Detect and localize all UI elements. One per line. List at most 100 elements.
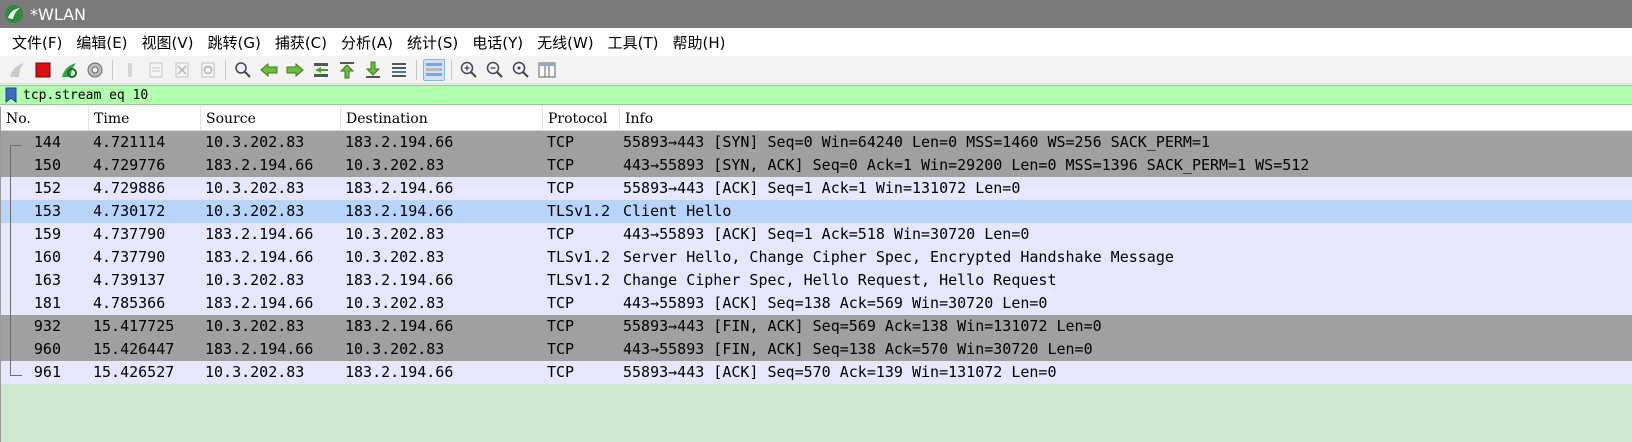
go-to-packet-icon bbox=[314, 62, 328, 77]
menu-wireless[interactable]: 无线(W) bbox=[531, 30, 600, 55]
zoom-out-button[interactable] bbox=[484, 59, 506, 81]
restart-capture-button[interactable] bbox=[58, 59, 80, 81]
column-header-time[interactable]: Time bbox=[89, 107, 201, 131]
packet-protocol: TCP bbox=[547, 156, 575, 174]
packet-protocol: TLSv1.2 bbox=[547, 248, 611, 266]
menu-tools[interactable]: 工具(T) bbox=[602, 30, 665, 55]
packet-time: 4.785366 bbox=[93, 294, 166, 312]
menu-telephony[interactable]: 电话(Y) bbox=[466, 30, 529, 55]
menu-go[interactable]: 跳转(G) bbox=[202, 30, 267, 55]
display-filter-input[interactable] bbox=[23, 86, 1632, 104]
packet-row[interactable]: 152 4.729886 10.3.202.83 183.2.194.66 TCP 558… bbox=[1, 177, 1632, 200]
column-header-destination[interactable]: Destination bbox=[341, 107, 543, 131]
packet-protocol: TCP bbox=[547, 363, 575, 381]
packet-row[interactable]: 144 4.721114 10.3.202.83 183.2.194.66 TCP 558… bbox=[1, 131, 1632, 154]
go-first-button[interactable] bbox=[336, 59, 358, 81]
packet-row[interactable]: 163 4.739137 10.3.202.83 183.2.194.66 TLSv1.… bbox=[1, 269, 1632, 292]
zoom-reset-icon bbox=[512, 61, 529, 78]
packet-row[interactable]: 960 15.426447 183.2.194.66 10.3.202.83 TCP 44… bbox=[1, 338, 1632, 361]
column-header-protocol[interactable]: Protocol bbox=[543, 107, 620, 131]
open-file-icon bbox=[128, 62, 132, 77]
packet-list: No. Time Source Destination Protocol Inf… bbox=[0, 107, 1632, 442]
packet-row[interactable]: 181 4.785366 183.2.194.66 10.3.202.83 TCP 443… bbox=[1, 292, 1632, 315]
packet-destination: 10.3.202.83 bbox=[345, 225, 445, 243]
packet-rows: 144 4.721114 10.3.202.83 183.2.194.66 TCP 558… bbox=[1, 131, 1632, 384]
packet-source: 183.2.194.66 bbox=[205, 156, 314, 174]
menu-file[interactable]: 文件(F) bbox=[6, 30, 68, 55]
packet-info: 55893→443 [ACK] Seq=1 Ack=1 Win=131072 L… bbox=[623, 179, 1021, 197]
packet-destination: 183.2.194.66 bbox=[345, 271, 454, 289]
packet-row[interactable]: 153 4.730172 10.3.202.83 183.2.194.66 TLSv1.… bbox=[1, 200, 1632, 223]
packet-source: 183.2.194.66 bbox=[205, 248, 314, 266]
restart-capture-icon bbox=[62, 62, 77, 78]
packet-info: 55893→443 [SYN] Seq=0 Win=64240 Len=0 MS… bbox=[623, 133, 1210, 151]
packet-protocol: TCP bbox=[547, 179, 575, 197]
packet-source: 10.3.202.83 bbox=[205, 271, 305, 289]
packet-info: Change Cipher Spec, Hello Request, Hello… bbox=[623, 271, 1057, 289]
save-file-button[interactable] bbox=[145, 59, 167, 81]
open-file-button[interactable] bbox=[119, 59, 141, 81]
display-filter-bar bbox=[0, 85, 1632, 105]
reload-file-icon bbox=[201, 62, 215, 77]
packet-protocol: TCP bbox=[547, 225, 575, 243]
packet-row[interactable]: 961 15.426527 10.3.202.83 183.2.194.66 TCP 55… bbox=[1, 361, 1632, 384]
column-header-no[interactable]: No. bbox=[1, 107, 89, 131]
packet-source: 10.3.202.83 bbox=[205, 363, 305, 381]
packet-row[interactable]: 150 4.729776 183.2.194.66 10.3.202.83 TCP 443… bbox=[1, 154, 1632, 177]
packet-time: 4.737790 bbox=[93, 225, 166, 243]
column-header-info[interactable]: Info bbox=[620, 107, 1632, 131]
go-back-button[interactable] bbox=[258, 59, 280, 81]
packet-time: 15.426527 bbox=[93, 363, 175, 381]
go-last-button[interactable] bbox=[362, 59, 384, 81]
menu-help[interactable]: 帮助(H) bbox=[667, 30, 732, 55]
packet-destination: 10.3.202.83 bbox=[345, 340, 445, 358]
packet-time: 15.426447 bbox=[93, 340, 175, 358]
find-packet-button[interactable] bbox=[232, 59, 254, 81]
resize-columns-button[interactable] bbox=[536, 59, 558, 81]
conversation-bracket-start bbox=[10, 145, 22, 146]
zoom-reset-button[interactable] bbox=[510, 59, 532, 81]
packet-protocol: TCP bbox=[547, 133, 575, 151]
packet-info: 443→55893 [FIN, ACK] Seq=138 Ack=570 Win… bbox=[623, 340, 1093, 358]
packet-source: 183.2.194.66 bbox=[205, 225, 314, 243]
go-forward-icon bbox=[286, 62, 304, 77]
packet-time: 4.737790 bbox=[93, 248, 166, 266]
packet-row[interactable]: 159 4.737790 183.2.194.66 10.3.202.83 TCP 443… bbox=[1, 223, 1632, 246]
stop-capture-button[interactable] bbox=[32, 59, 54, 81]
packet-protocol: TCP bbox=[547, 317, 575, 335]
packet-row[interactable]: 160 4.737790 183.2.194.66 10.3.202.83 TLSv1.… bbox=[1, 246, 1632, 269]
menu-edit[interactable]: 编辑(E) bbox=[70, 30, 133, 55]
menu-analyze[interactable]: 分析(A) bbox=[335, 30, 399, 55]
packet-protocol: TCP bbox=[547, 340, 575, 358]
auto-scroll-button[interactable] bbox=[388, 59, 410, 81]
bookmark-icon[interactable] bbox=[2, 86, 20, 104]
packet-protocol: TCP bbox=[547, 294, 575, 312]
zoom-in-button[interactable] bbox=[458, 59, 480, 81]
start-capture-button[interactable] bbox=[6, 59, 28, 81]
go-first-icon bbox=[339, 61, 355, 78]
go-forward-button[interactable] bbox=[284, 59, 306, 81]
packet-info: 443→55893 [ACK] Seq=138 Ack=569 Win=3072… bbox=[623, 294, 1048, 312]
go-to-packet-button[interactable] bbox=[310, 59, 332, 81]
packet-source: 10.3.202.83 bbox=[205, 317, 305, 335]
conversation-bracket-end bbox=[10, 375, 22, 376]
colorize-button[interactable] bbox=[423, 58, 445, 81]
capture-options-button[interactable] bbox=[84, 59, 106, 81]
packet-destination: 183.2.194.66 bbox=[345, 317, 454, 335]
resize-columns-icon bbox=[538, 62, 556, 77]
packet-row[interactable]: 932 15.417725 10.3.202.83 183.2.194.66 TCP 55… bbox=[1, 315, 1632, 338]
packet-list-header: No. Time Source Destination Protocol Inf… bbox=[1, 107, 1632, 131]
packet-protocol: TLSv1.2 bbox=[547, 271, 611, 289]
reload-file-button[interactable] bbox=[197, 59, 219, 81]
packet-info: 443→55893 [SYN, ACK] Seq=0 Ack=1 Win=292… bbox=[623, 156, 1310, 174]
close-file-button[interactable] bbox=[171, 59, 193, 81]
menu-view[interactable]: 视图(V) bbox=[136, 30, 200, 55]
menu-statistics[interactable]: 统计(S) bbox=[401, 30, 464, 55]
column-header-source[interactable]: Source bbox=[201, 107, 341, 131]
packet-source: 183.2.194.66 bbox=[205, 340, 314, 358]
packet-time: 4.729776 bbox=[93, 156, 166, 174]
packet-destination: 183.2.194.66 bbox=[345, 133, 454, 151]
packet-destination: 10.3.202.83 bbox=[345, 294, 445, 312]
main-toolbar bbox=[0, 56, 1632, 84]
menu-capture[interactable]: 捕获(C) bbox=[269, 30, 333, 55]
